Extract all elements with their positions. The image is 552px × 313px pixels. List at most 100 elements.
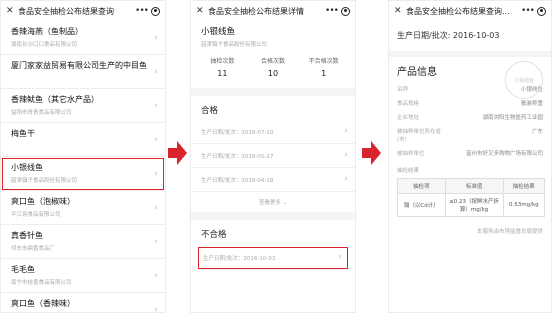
chevron-right-icon: › — [154, 271, 158, 281]
batch-text: 生产日期/批次：2018-05-27 — [201, 154, 274, 160]
field-value: 散装称重 — [520, 101, 543, 107]
result-title: 抽检结果 — [397, 168, 420, 174]
field-key: 被抽样单位 — [397, 151, 425, 157]
stat-value: 1 — [321, 69, 327, 78]
page-title: 食品安全抽检公布结果查询... — [406, 6, 510, 16]
item-name: 厦门家家益贸易有限公司生产的中目鱼 — [11, 61, 147, 70]
more-icon[interactable]: ••• — [135, 6, 149, 16]
list-item[interactable]: 厦门家家益贸易有限公司生产的中目鱼 › — [1, 55, 165, 89]
list-item[interactable]: 毛毛鱼南宁市桂香食品有限公司 › — [1, 259, 165, 293]
chevron-right-icon: › — [338, 252, 342, 262]
inspection-record-screen: ✕ 食品安全抽检公布结果查询... ••• 生产日期/批次: 2016-10-0… — [388, 0, 552, 313]
item-company: 益阳市青青食品有限公司 — [11, 110, 72, 116]
production-date: 生产日期/批次: 2016-10-03 — [397, 31, 500, 40]
stat-label: 不合格次数 — [308, 58, 339, 65]
batch-text: 生产日期/批次：2016-10-03 — [203, 256, 276, 262]
company-name: 韶津镇子食品股份有限公司 — [201, 42, 268, 48]
batch-text: 生产日期/批次：2018-07-10 — [201, 130, 274, 136]
top-bar: ✕ 食品安全抽检公布结果查询... ••• — [389, 1, 551, 21]
list-item[interactable]: 爽口鱼（泡椒味） 平江县食品有限公司 › — [1, 191, 165, 225]
item-company: 韶津镇子食品股份有限公司 — [11, 178, 78, 184]
top-bar: ✕ 食品安全抽检公布结果详情 ••• — [191, 1, 355, 21]
table-cell: 0.53mg/kg — [502, 193, 546, 217]
list-item[interactable]: 小银线鱼 韶津镇子食品股份有限公司 › — [1, 157, 165, 191]
table-cell: 镉（以Cd计） — [397, 193, 446, 217]
arrow-right-icon — [362, 141, 381, 165]
product-name: 小银线鱼 — [201, 27, 236, 37]
list-item[interactable]: 真香针鱼祁东市鼎香食品厂 › — [1, 225, 165, 259]
chevron-right-icon: › — [344, 174, 348, 184]
qualified-row[interactable]: 生产日期/批次：2018-07-10 › — [191, 120, 355, 144]
item-name: 毛毛鱼 — [11, 265, 35, 274]
more-icon[interactable]: ••• — [521, 6, 535, 16]
list-item[interactable]: 梅鱼干 › — [1, 123, 165, 157]
unqualified-row[interactable]: 生产日期/批次：2016-10-03 › — [197, 246, 349, 270]
qualified-list: 生产日期/批次：2018-07-10 › 生产日期/批次：2018-05-27 › 生产… — [191, 120, 355, 192]
chevron-right-icon: › — [154, 33, 158, 43]
stat-value: 10 — [267, 69, 279, 78]
list-item[interactable]: 香辣海燕（鱼制品） 湖南长沙口口食品有限公司 › — [1, 21, 165, 55]
table-row: 镉（以Cd计） ≤0.23（按鲜水产折算）mg/kg 0.53mg/kg — [397, 193, 546, 217]
qualified-section-title: 合格 — [201, 106, 219, 116]
field-key: 名称 — [397, 87, 409, 93]
field-key: 被抽样单位所在省(市) — [397, 129, 442, 143]
item-name: 真香针鱼 — [11, 231, 43, 240]
table-header: 抽检结果 — [502, 178, 546, 194]
stat-qualified: 合格次数 10 — [248, 56, 299, 78]
info-field: 被抽样单位 富州市好又多购物广场有限公司 — [389, 146, 551, 160]
item-name: 香辣鱿鱼（其它水产品） — [11, 95, 99, 104]
detail-screen: ✕ 食品安全抽检公布结果详情 ••• 小银线鱼 韶津镇子食品股份有限公司 抽检次… — [190, 0, 356, 313]
close-icon[interactable]: ✕ — [394, 6, 406, 16]
item-company: 祁东市鼎香食品厂 — [11, 246, 56, 252]
item-company: 平江县食品有限公司 — [11, 212, 61, 218]
stat-label: 合格次数 — [261, 58, 286, 65]
qualified-row[interactable]: 生产日期/批次：2018-05-27 › — [191, 144, 355, 168]
batch-text: 生产日期/批次：2018-04-18 — [201, 178, 274, 184]
stat-unqualified: 不合格次数 1 — [298, 56, 349, 78]
table-header: 标准值 — [444, 178, 504, 194]
footnote: 本服务由市场监督总局提供 — [476, 229, 543, 235]
field-key: 企业地址 — [397, 115, 420, 121]
divider — [191, 212, 355, 220]
chevron-right-icon: › — [344, 150, 348, 160]
page-title: 食品安全抽检公布结果详情 — [208, 6, 304, 16]
target-icon[interactable] — [151, 6, 160, 16]
info-field: 被抽样单位所在省(市) 广东 — [389, 124, 551, 146]
item-name: 爽口鱼（泡椒味） — [11, 197, 75, 206]
info-field: 企业地址 湖南浏阳生物医药工业园 — [389, 110, 551, 124]
chevron-right-icon: › — [154, 237, 158, 247]
product-header: 小银线鱼 韶津镇子食品股份有限公司 — [191, 21, 355, 48]
close-icon[interactable]: ✕ — [6, 6, 18, 16]
chevron-right-icon: › — [154, 67, 158, 77]
field-key: 食品规格 — [397, 101, 420, 107]
field-value: 富州市好又多购物广场有限公司 — [465, 151, 543, 157]
chevron-right-icon: › — [154, 101, 158, 111]
target-icon[interactable] — [341, 6, 350, 16]
page-title: 食品安全抽检公布结果查询 — [18, 6, 114, 16]
chevron-right-icon: › — [154, 203, 158, 213]
chevron-right-icon: › — [154, 135, 158, 145]
stat-value: 11 — [217, 69, 228, 78]
list-item[interactable]: 香辣鱿鱼（其它水产品） 益阳市青青食品有限公司 › — [1, 89, 165, 123]
field-value: 广东 — [531, 129, 543, 135]
arrow-right-icon — [168, 141, 187, 165]
qualified-row[interactable]: 生产日期/批次：2018-04-18 › — [191, 168, 355, 192]
target-icon[interactable] — [537, 6, 546, 16]
item-company: 南宁市桂香食品有限公司 — [11, 280, 72, 286]
top-bar: ✕ 食品安全抽检公布结果查询 ••• — [1, 1, 165, 21]
table-header-row: 抽检项 标准值 抽检结果 — [397, 178, 546, 194]
close-icon[interactable]: ✕ — [196, 6, 208, 16]
search-results-screen: ✕ 食品安全抽检公布结果查询 ••• 香辣海燕（鱼制品） 湖南长沙口口食品有限公司… — [0, 0, 166, 313]
chevron-right-icon: › — [344, 126, 348, 136]
item-name: 香辣海燕（鱼制品） — [11, 27, 83, 36]
item-name: 小银线鱼 — [11, 163, 43, 172]
chevron-right-icon: › — [154, 305, 158, 313]
load-more-link[interactable]: 查看更多 ⌄ — [191, 192, 355, 212]
more-icon[interactable]: ••• — [325, 6, 339, 16]
stats-row: 抽检次数 11 合格次数 10 不合格次数 1 — [191, 48, 355, 78]
divider — [191, 88, 355, 96]
table-cell: ≤0.23（按鲜水产折算）mg/kg — [444, 193, 504, 217]
list-item[interactable]: 爽口鱼（香辣味） › — [1, 293, 165, 313]
result-list: 香辣海燕（鱼制品） 湖南长沙口口食品有限公司 › 厦门家家益贸易有限公司生产的中目鱼 ›… — [1, 21, 165, 313]
unqualified-list: 生产日期/批次：2016-10-03 › — [191, 246, 355, 270]
